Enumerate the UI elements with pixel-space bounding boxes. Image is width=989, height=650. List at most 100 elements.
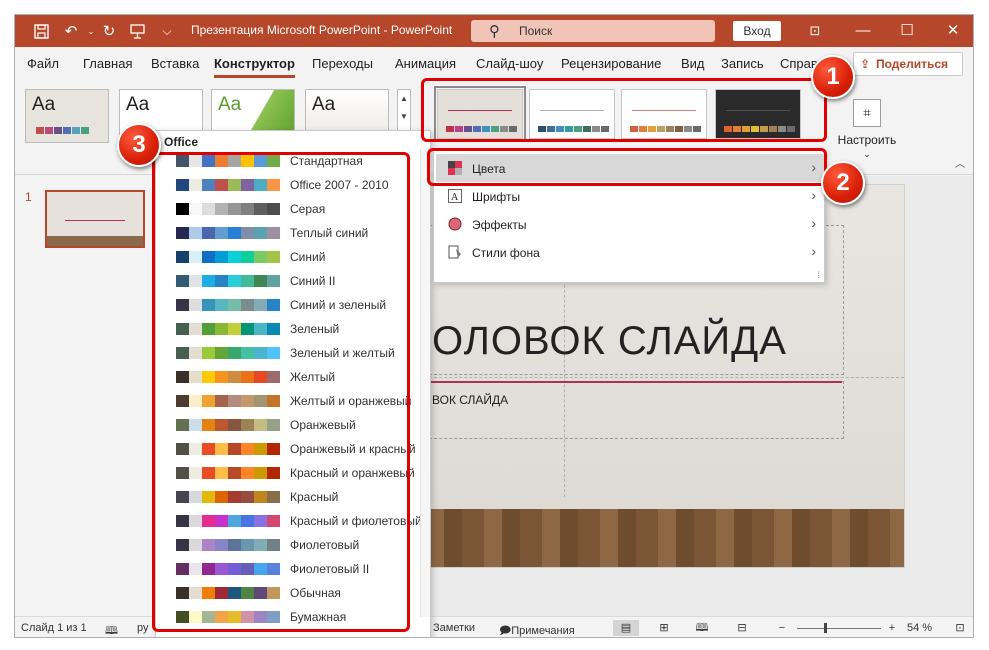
- customize-quick-access-icon[interactable]: ⌵: [157, 21, 177, 41]
- color-swatch: [202, 227, 215, 239]
- minimize-icon[interactable]: —: [853, 21, 873, 41]
- color-scheme-item[interactable]: Обычная: [160, 581, 426, 603]
- menu-item-label: Стили фона: [472, 246, 540, 260]
- color-scheme-item[interactable]: Оранжевый: [160, 413, 426, 435]
- slideshow-view-icon[interactable]: ⊟: [733, 620, 751, 636]
- color-scheme-item[interactable]: Теплый синий: [160, 221, 426, 243]
- customize-button[interactable]: ⌗ Настроить ⌄: [837, 99, 897, 160]
- color-swatch: [241, 299, 254, 311]
- color-swatch: [189, 347, 202, 359]
- search-icon: ⚲: [489, 23, 500, 40]
- zoom-in-icon[interactable]: +: [883, 620, 901, 636]
- collapse-ribbon-icon[interactable]: ︿: [955, 155, 965, 170]
- color-swatch: [241, 275, 254, 287]
- save-icon[interactable]: [31, 21, 51, 41]
- variant-4[interactable]: [715, 89, 801, 139]
- color-swatch: [241, 323, 254, 335]
- color-swatch: [215, 515, 228, 527]
- maximize-icon[interactable]: ☐: [897, 21, 917, 41]
- resize-grip-icon[interactable]: ⁞: [817, 270, 820, 280]
- variant-2[interactable]: [529, 89, 615, 139]
- tab-record[interactable]: Запись: [721, 56, 764, 71]
- slide-title[interactable]: ОЛОВОК СЛАЙДА: [432, 319, 787, 364]
- subtitle-placeholder[interactable]: [404, 381, 844, 439]
- search-box[interactable]: ⚲ Поиск: [471, 20, 715, 42]
- color-swatch: [267, 323, 280, 335]
- color-scheme-item[interactable]: Стандартная: [160, 149, 426, 171]
- color-scheme-item[interactable]: Синий II: [160, 269, 426, 291]
- color-scheme-item[interactable]: Желтый и оранжевый: [160, 389, 426, 411]
- color-swatch: [215, 179, 228, 191]
- tab-home[interactable]: Главная: [83, 56, 132, 71]
- notes-button[interactable]: Заметки: [433, 622, 475, 634]
- color-swatch: [176, 419, 189, 431]
- variant-1[interactable]: [434, 86, 526, 142]
- color-scheme-item[interactable]: Синий: [160, 245, 426, 267]
- fit-slide-icon[interactable]: ⊡: [951, 620, 969, 636]
- theme-thumbnail-1[interactable]: Aa: [25, 89, 109, 143]
- slide-subtitle[interactable]: ВОК СЛАЙДА: [432, 393, 508, 407]
- tab-file[interactable]: Файл: [27, 56, 59, 71]
- tab-transitions[interactable]: Переходы: [312, 56, 373, 71]
- slide-sorter-icon[interactable]: ⊞: [655, 620, 673, 636]
- color-scheme-item[interactable]: Фиолетовый II: [160, 557, 426, 579]
- redo-icon[interactable]: ↻: [99, 21, 119, 41]
- color-scheme-item[interactable]: Оранжевый и красный: [160, 437, 426, 459]
- color-scheme-item[interactable]: Синий и зеленый: [160, 293, 426, 315]
- dropdown-scrollbar[interactable]: [420, 149, 430, 617]
- color-scheme-item[interactable]: Зеленый: [160, 317, 426, 339]
- color-scheme-item[interactable]: Красный и фиолетовый: [160, 509, 426, 531]
- color-swatch: [241, 467, 254, 479]
- reading-view-icon[interactable]: 🕮: [693, 620, 711, 636]
- color-swatch: [176, 539, 189, 551]
- close-icon[interactable]: ✕: [943, 21, 963, 41]
- color-swatch: [215, 155, 228, 167]
- color-scheme-item[interactable]: Красный и оранжевый: [160, 461, 426, 483]
- color-scheme-item[interactable]: Серая: [160, 197, 426, 219]
- menu-item-effects[interactable]: Эффекты ›: [436, 210, 824, 238]
- undo-icon[interactable]: ↶: [61, 21, 81, 41]
- login-button[interactable]: Вход: [733, 21, 781, 41]
- notes-label: Заметки: [433, 622, 476, 634]
- menu-item-background-styles[interactable]: Стили фона ›: [436, 238, 824, 266]
- zoom-slider-knob[interactable]: [823, 623, 827, 633]
- ribbon-display-options-icon[interactable]: ⊡: [805, 21, 825, 41]
- undo-dropdown-icon[interactable]: ⌄: [81, 21, 101, 41]
- tab-view[interactable]: Вид: [681, 56, 705, 71]
- accessibility-icon[interactable]: 🕮: [105, 622, 118, 637]
- zoom-slider[interactable]: [797, 623, 881, 633]
- menu-item-colors[interactable]: Цвета ›: [436, 154, 824, 182]
- color-swatch: [202, 395, 215, 407]
- color-scheme-item[interactable]: Желтый: [160, 365, 426, 387]
- variant-colors: [724, 126, 795, 132]
- comments-button[interactable]: 🗩Примечания: [499, 622, 575, 637]
- slide-thumbnail[interactable]: [45, 190, 145, 248]
- tab-design[interactable]: Конструктор: [214, 56, 295, 78]
- color-scheme-item[interactable]: Office 2007 - 2010: [160, 173, 426, 195]
- color-scheme-item[interactable]: Красный: [160, 485, 426, 507]
- color-scheme-item[interactable]: Бумажная: [160, 605, 426, 627]
- language-indicator[interactable]: ру: [137, 622, 149, 634]
- chevron-up-icon[interactable]: ▲: [398, 90, 410, 108]
- tab-animations[interactable]: Анимация: [395, 56, 456, 71]
- menu-item-fonts[interactable]: A Шрифты ›: [436, 182, 824, 210]
- zoom-out-icon[interactable]: −: [773, 620, 791, 636]
- variant-title-line: [632, 110, 696, 111]
- chevron-down-icon[interactable]: ▼: [398, 108, 410, 126]
- color-swatch: [215, 395, 228, 407]
- color-scheme-item[interactable]: Зеленый и желтый: [160, 341, 426, 363]
- color-scheme-item[interactable]: Фиолетовый: [160, 533, 426, 555]
- color-swatch: [228, 443, 241, 455]
- share-button[interactable]: ⇪ Поделиться: [853, 52, 963, 76]
- color-swatch: [267, 227, 280, 239]
- tab-slideshow[interactable]: Слайд-шоу: [476, 56, 543, 71]
- variant-3[interactable]: [621, 89, 707, 139]
- color-swatch: [267, 371, 280, 383]
- zoom-level[interactable]: 54 %: [907, 622, 932, 634]
- normal-view-icon[interactable]: ▤: [613, 620, 639, 636]
- tab-review[interactable]: Рецензирование: [561, 56, 661, 71]
- present-from-start-icon[interactable]: [127, 21, 147, 41]
- theme-thumb-text: Aa: [126, 94, 150, 115]
- tab-insert[interactable]: Вставка: [151, 56, 199, 71]
- title-bar: ↶ ⌄ ↻ ⌵ Презентация Microsoft PowerPoint…: [15, 15, 973, 47]
